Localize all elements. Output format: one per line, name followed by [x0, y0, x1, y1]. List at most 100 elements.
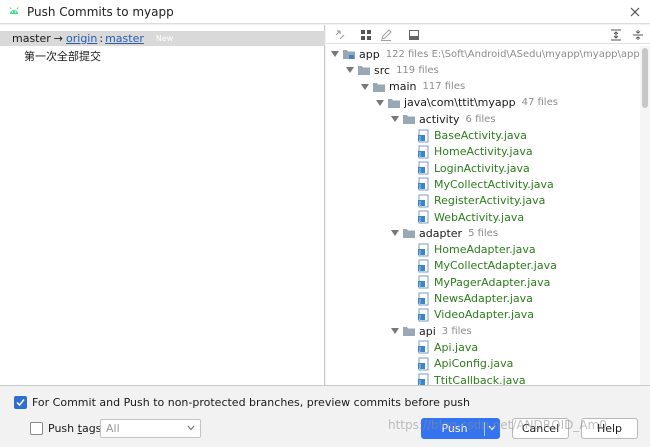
push-tags-option[interactable]: Push tags: [30, 422, 105, 435]
bottom-panel: For Commit and Push to non-protected bra… [0, 385, 650, 447]
expand-toggle[interactable] [390, 225, 400, 241]
tags-select-value: All [106, 422, 120, 435]
remote-branch-link[interactable]: master [105, 32, 144, 45]
tree-item-meta: 117 files [422, 81, 466, 93]
tree-file-row[interactable]: J VideoAdapter.java [405, 307, 534, 323]
branch-row[interactable]: master → origin : master New [0, 31, 325, 46]
expand-toggle[interactable] [390, 323, 400, 339]
java-file-icon: J [418, 194, 429, 208]
push-tags-checkbox[interactable] [30, 422, 43, 435]
svg-text:J: J [418, 347, 420, 353]
tree-item-name: HomeActivity.java [434, 145, 533, 159]
preview-checkbox[interactable] [14, 396, 27, 409]
svg-text:J: J [418, 250, 420, 256]
tree-item-meta: 47 files [521, 97, 558, 109]
toggle-spacer [405, 209, 415, 225]
tree-file-row[interactable]: J MyPagerAdapter.java [405, 274, 550, 290]
toggle-spacer [405, 176, 415, 192]
toggle-spacer [405, 242, 415, 258]
tree-file-row[interactable]: J BaseActivity.java [405, 128, 527, 144]
tree-file-row[interactable]: J LoginActivity.java [405, 160, 530, 176]
push-tags-label: Push tags: [48, 422, 105, 435]
tree-item-name: java\com\ttit\myapp [404, 96, 516, 110]
java-file-icon: J [418, 292, 429, 305]
tree-folder-row[interactable]: java\com\ttit\myapp 47 files [375, 95, 558, 111]
scrollbar-thumb[interactable] [642, 48, 648, 108]
tree-folder-row[interactable]: activity 6 files [390, 111, 496, 127]
tree-folder-row[interactable]: api 3 files [390, 323, 472, 339]
tree-folder-row[interactable]: app 122 files E:\Soft\Android\ASedu\myapp… [330, 46, 640, 62]
tree-item-meta: 119 files [396, 64, 439, 76]
tree-file-row[interactable]: J TtitCallback.java [405, 372, 526, 385]
java-file-icon: J [418, 243, 429, 257]
toggle-spacer [405, 339, 415, 355]
expand-toggle[interactable] [390, 111, 400, 127]
svg-text:J: J [418, 364, 420, 370]
tree-file-row[interactable]: J ApiConfig.java [405, 356, 513, 372]
triangle-down-icon [391, 116, 399, 123]
tree-file-row[interactable]: J WebActivity.java [405, 209, 524, 225]
chevron-down-icon[interactable] [488, 425, 496, 431]
tree-file-row[interactable]: J MyCollectActivity.java [405, 176, 554, 192]
tree-file-row[interactable]: J HomeAdapter.java [405, 242, 536, 258]
help-button[interactable]: Help [581, 418, 638, 439]
commit-item[interactable]: 第一次全部提交 [24, 48, 101, 64]
toggle-spacer [405, 291, 415, 307]
close-button[interactable] [626, 3, 644, 21]
expand-arrows-button[interactable] [332, 27, 348, 43]
tree-file-row[interactable]: J MyCollectAdapter.java [405, 258, 557, 274]
folder-icon [388, 98, 400, 108]
expand-arrows-icon [335, 30, 345, 40]
expand-all-button[interactable] [608, 27, 624, 43]
expand-toggle[interactable] [330, 46, 340, 62]
triangle-down-icon [346, 67, 354, 74]
preview-diff-button[interactable] [406, 27, 422, 43]
folder-icon [358, 66, 370, 76]
expand-all-icon [611, 29, 621, 41]
new-badge: New [155, 34, 174, 43]
java-file-icon: J [418, 177, 429, 191]
preview-option[interactable]: For Commit and Push to non-protected bra… [14, 396, 470, 409]
expand-toggle[interactable] [375, 95, 385, 111]
tree-file-row[interactable]: J HomeActivity.java [405, 144, 533, 160]
tags-select[interactable]: All [100, 419, 201, 438]
java-file-icon: J [418, 275, 429, 289]
svg-text:J: J [418, 168, 420, 174]
tree-item-name: adapter [419, 226, 463, 240]
push-tags-label-prefix: Push [48, 422, 78, 435]
java-file-icon: J [418, 357, 429, 371]
push-button-label: Push [441, 422, 468, 435]
push-split-divider [484, 422, 485, 436]
push-button[interactable]: Push [421, 418, 500, 439]
tree-folder-row[interactable]: adapter 5 files [390, 225, 498, 241]
chevron-down-icon [187, 425, 195, 431]
tree-folder-row[interactable]: src 119 files [345, 62, 439, 78]
group-by-button[interactable] [358, 27, 374, 43]
tree-scrollbar[interactable] [640, 46, 650, 385]
expand-toggle[interactable] [360, 79, 370, 95]
svg-text:J: J [418, 315, 420, 321]
tree-item-meta: 5 files [468, 227, 499, 239]
folder-icon [403, 115, 415, 125]
tree-file-row[interactable]: J RegisterActivity.java [405, 193, 545, 209]
triangle-down-icon [376, 99, 384, 106]
java-file-icon: J [418, 373, 429, 385]
edit-source-button[interactable] [378, 27, 394, 43]
remote-link[interactable]: origin [66, 32, 97, 45]
tree-file-row[interactable]: J Api.java [405, 339, 478, 355]
java-file-icon: J [418, 340, 429, 354]
toggle-spacer [405, 356, 415, 372]
commits-pane: master → origin : master New 第一次全部提交 [0, 25, 325, 385]
tree-folder-row[interactable]: main 117 files [360, 79, 465, 95]
cancel-button[interactable]: Cancel [512, 418, 569, 439]
tree-item-name: LoginActivity.java [434, 161, 530, 175]
toggle-spacer [405, 307, 415, 323]
expand-toggle[interactable] [345, 62, 355, 78]
collapse-all-button[interactable] [630, 27, 646, 43]
tree-item-name: WebActivity.java [434, 210, 525, 224]
tree-item-name: TtitCallback.java [434, 373, 526, 386]
tree-file-row[interactable]: J NewsAdapter.java [405, 291, 533, 307]
tree-item-name: RegisterActivity.java [434, 194, 546, 208]
toggle-spacer [405, 160, 415, 176]
tree-item-name: ApiConfig.java [434, 357, 514, 371]
